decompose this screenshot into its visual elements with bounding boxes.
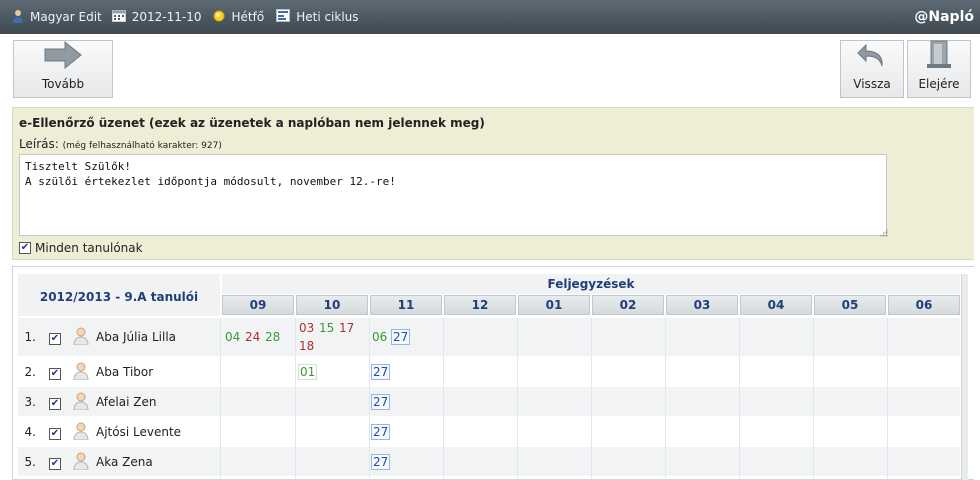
student-name[interactable]: Afelai Zen [96, 395, 156, 409]
record-mark[interactable]: 28 [265, 330, 280, 344]
student-avatar-icon [73, 327, 89, 345]
cell-divider [739, 318, 740, 478]
record-mark[interactable]: 15 [319, 321, 334, 335]
sun-icon [212, 9, 226, 26]
cycle-info[interactable]: Heti ciklus [276, 9, 359, 25]
student-avatar-icon [73, 452, 89, 470]
month-header[interactable]: 05 [814, 295, 886, 315]
next-button-label: Tovább [41, 77, 85, 91]
undo-icon [856, 42, 888, 73]
cycle-label: Heti ciklus [296, 10, 359, 24]
record-mark[interactable]: 27 [371, 454, 391, 470]
day-info[interactable]: Hétfő [212, 9, 265, 26]
door-icon [925, 40, 953, 73]
record-mark[interactable]: 27 [371, 424, 391, 440]
student-avatar-icon [73, 392, 89, 410]
all-students-checkbox[interactable]: ✔ [19, 242, 31, 254]
month-header[interactable]: 10 [296, 295, 368, 315]
cell-divider [887, 318, 888, 478]
row-number: 1. [24, 330, 36, 344]
month-header[interactable]: 11 [370, 295, 442, 315]
cell-divider [295, 318, 296, 478]
table-row [18, 447, 960, 476]
table-row [18, 387, 960, 416]
student-name[interactable]: Ajtósi Levente [96, 425, 181, 439]
back-button-label: Vissza [853, 77, 891, 91]
cell-divider [591, 318, 592, 478]
month-header[interactable]: 02 [592, 295, 664, 315]
start-button-label: Elejére [918, 77, 960, 91]
month-header[interactable]: 09 [222, 295, 294, 315]
all-students-option[interactable]: ✔ Minden tanulónak [19, 241, 143, 255]
current-date: 2012-11-10 [131, 10, 202, 24]
user-icon [12, 9, 24, 26]
message-panel-title: e-Ellenőrző üzenet (ezek az üzenetek a n… [19, 116, 485, 130]
row-number: 2. [24, 365, 36, 379]
date-info[interactable]: 2012-11-10 [111, 9, 202, 25]
cycle-icon [276, 9, 291, 25]
student-checkbox[interactable]: ✔ [49, 455, 61, 470]
student-checkbox[interactable]: ✔ [49, 330, 61, 345]
record-mark[interactable]: 01 [298, 364, 318, 380]
record-mark[interactable]: 27 [391, 329, 411, 345]
month-header[interactable]: 04 [740, 295, 812, 315]
student-name[interactable]: Aba Júlia Lilla [96, 330, 176, 344]
cell-divider [443, 318, 444, 478]
user-info[interactable]: Magyar Edit [12, 9, 102, 26]
next-button[interactable]: Tovább [13, 40, 113, 98]
student-avatar-icon [73, 422, 89, 440]
description-label-text: Leírás: [19, 137, 59, 151]
table-row [18, 357, 960, 386]
month-header[interactable]: 01 [518, 295, 590, 315]
description-label: Leírás: (még felhasználható karakter: 92… [19, 137, 222, 151]
back-button[interactable]: Vissza [840, 40, 904, 98]
class-title: 2012/2013 - 9.A tanulói [39, 290, 199, 304]
record-mark[interactable]: 18 [299, 339, 314, 353]
top-bar: Magyar Edit 2012-11-10 Hétfő Heti ciklus… [0, 0, 980, 34]
record-mark[interactable]: 27 [371, 394, 391, 410]
student-name[interactable]: Aka Zena [96, 455, 153, 469]
month-header[interactable]: 06 [888, 295, 960, 315]
record-mark[interactable]: 27 [371, 364, 391, 380]
student-checkbox[interactable]: ✔ [49, 365, 61, 380]
month-header[interactable]: 03 [666, 295, 738, 315]
vertical-scrollbar[interactable] [961, 274, 968, 480]
record-mark[interactable]: 17 [339, 321, 354, 335]
student-name[interactable]: Aba Tibor [96, 365, 153, 379]
month-header[interactable]: 12 [444, 295, 516, 315]
records-title: Feljegyzések [222, 274, 960, 294]
student-checkbox[interactable]: ✔ [49, 425, 61, 440]
message-panel: e-Ellenőrző üzenet (ezek az üzenetek a n… [12, 107, 974, 260]
cell-divider [517, 318, 518, 478]
student-avatar-icon [73, 362, 89, 380]
row-number: 5. [24, 455, 36, 469]
cell-divider [813, 318, 814, 478]
message-textarea[interactable]: Tisztelt Szülők! A szülői értekezlet idő… [19, 154, 887, 236]
row-number: 3. [24, 395, 36, 409]
row-number: 4. [24, 425, 36, 439]
all-students-label: Minden tanulónak [35, 241, 143, 255]
calendar-icon [111, 9, 126, 25]
cell-divider [369, 318, 370, 478]
record-mark[interactable]: 04 [225, 330, 240, 344]
cell-divider [220, 318, 221, 478]
student-checkbox[interactable]: ✔ [49, 395, 61, 410]
start-button[interactable]: Elejére [907, 40, 971, 98]
record-mark[interactable]: 24 [245, 330, 260, 344]
record-mark[interactable]: 06 [372, 330, 387, 344]
arrow-right-icon [43, 40, 83, 73]
cell-divider [665, 318, 666, 478]
brand-logo[interactable]: @Napló [914, 9, 974, 25]
remaining-characters: (még felhasználható karakter: 927) [62, 141, 222, 151]
current-day: Hétfő [231, 10, 265, 24]
record-mark[interactable]: 03 [299, 321, 314, 335]
user-name: Magyar Edit [30, 10, 102, 24]
